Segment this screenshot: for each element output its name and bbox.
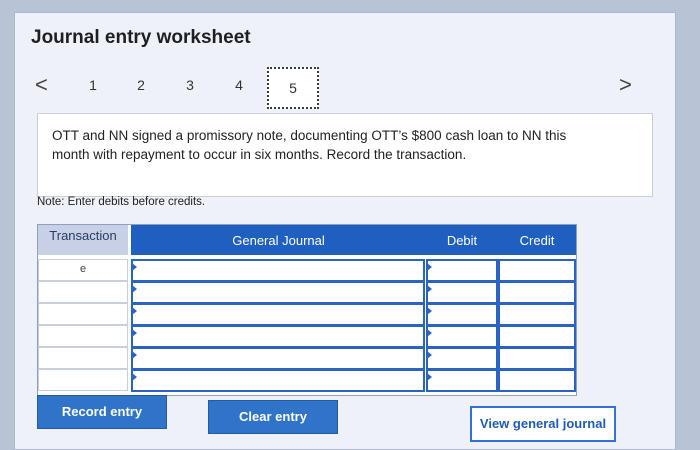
account-input[interactable] [131,325,425,348]
record-entry-button[interactable]: Record entry [37,395,167,429]
clear-entry-button[interactable]: Clear entry [208,400,338,434]
column-header-transaction: Transaction [38,225,128,255]
account-input[interactable] [131,303,425,326]
dropdown-marker-icon [132,373,137,381]
table-row [38,347,576,370]
page-4[interactable]: 4 [229,77,249,93]
question-box: OTT and NN signed a promissory note, doc… [37,113,653,197]
account-input[interactable] [131,369,425,392]
view-general-journal-button[interactable]: View general journal [470,406,616,442]
transaction-cell [38,347,128,369]
page-3[interactable]: 3 [180,77,200,93]
transaction-cell [38,303,128,325]
column-header-debit: Debit [426,225,498,255]
debit-input[interactable] [426,259,498,282]
debit-input[interactable] [426,347,498,370]
chevron-left-icon[interactable]: < [35,73,48,97]
dropdown-marker-icon [427,329,432,337]
table-row [38,325,576,348]
dropdown-marker-icon [427,373,432,381]
debit-input[interactable] [426,325,498,348]
debit-input[interactable] [426,369,498,392]
page-5[interactable]: 5 [267,67,319,109]
account-input[interactable] [131,259,425,282]
note-text: Note: Enter debits before credits. [37,196,206,208]
table-row: e [38,259,576,282]
question-text: OTT and NN signed a promissory note, doc… [52,128,567,162]
dropdown-marker-icon [427,351,432,359]
transaction-cell [38,369,128,391]
account-input[interactable] [131,281,425,304]
journal-entry-table: Transaction General Journal Debit Credit… [37,224,577,396]
credit-input[interactable] [498,369,576,392]
dropdown-marker-icon [132,351,137,359]
dropdown-marker-icon [132,307,137,315]
page-1[interactable]: 1 [83,77,103,93]
debit-input[interactable] [426,303,498,326]
transaction-cell [38,281,128,303]
credit-input[interactable] [498,259,576,282]
credit-input[interactable] [498,281,576,304]
dropdown-marker-icon [427,307,432,315]
chevron-right-icon[interactable]: > [619,73,632,97]
dropdown-marker-icon [427,263,432,271]
column-header-general-journal: General Journal [131,225,426,255]
debit-input[interactable] [426,281,498,304]
transaction-cell: e [38,259,128,281]
table-row [38,369,576,392]
column-header-credit: Credit [498,225,576,255]
pagination: < 1 2 3 4 5 > [15,65,675,115]
table-row [38,281,576,304]
dropdown-marker-icon [132,329,137,337]
transaction-label: e [79,263,87,275]
transaction-cell [38,325,128,347]
dropdown-marker-icon [132,263,137,271]
page-title: Journal entry worksheet [31,27,251,48]
account-input[interactable] [131,347,425,370]
credit-input[interactable] [498,325,576,348]
credit-input[interactable] [498,303,576,326]
credit-input[interactable] [498,347,576,370]
journal-worksheet-panel: Journal entry worksheet < 1 2 3 4 5 > OT… [14,12,676,450]
table-row [38,303,576,326]
dropdown-marker-icon [427,285,432,293]
dropdown-marker-icon [132,285,137,293]
page-2[interactable]: 2 [131,77,151,93]
